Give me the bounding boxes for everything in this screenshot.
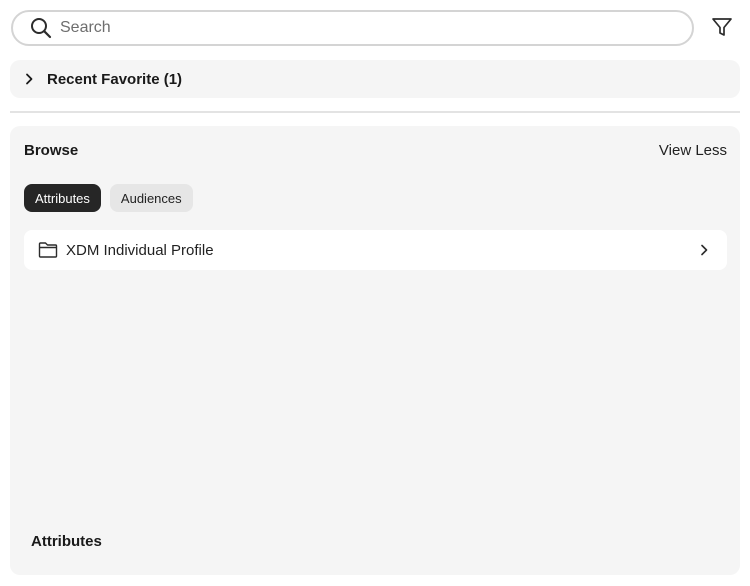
attributes-section-label: Attributes bbox=[31, 533, 102, 550]
browse-panel: Browse View Less Attributes Audiences XD… bbox=[10, 126, 740, 575]
chevron-right-icon bbox=[697, 243, 711, 257]
list-item-xdm-individual-profile[interactable]: XDM Individual Profile bbox=[24, 230, 727, 270]
list-item-label: XDM Individual Profile bbox=[66, 241, 214, 259]
folder-icon bbox=[38, 241, 58, 259]
filter-button[interactable] bbox=[709, 16, 735, 42]
search-field[interactable] bbox=[11, 10, 694, 46]
view-less-link[interactable]: View Less bbox=[659, 142, 727, 159]
divider bbox=[10, 111, 740, 113]
tab-audiences[interactable]: Audiences bbox=[109, 184, 193, 212]
browse-title: Browse bbox=[24, 142, 79, 159]
filter-icon bbox=[711, 16, 733, 43]
search-row bbox=[11, 10, 740, 46]
search-input[interactable] bbox=[60, 15, 620, 41]
chevron-right-icon bbox=[22, 72, 36, 86]
search-icon bbox=[29, 16, 53, 40]
browse-tabs: Attributes Audiences bbox=[24, 184, 193, 212]
recent-favorite-label: Recent Favorite (1) bbox=[47, 70, 183, 88]
recent-favorite-toggle[interactable]: Recent Favorite (1) bbox=[10, 60, 740, 98]
tab-attributes[interactable]: Attributes bbox=[24, 184, 101, 212]
